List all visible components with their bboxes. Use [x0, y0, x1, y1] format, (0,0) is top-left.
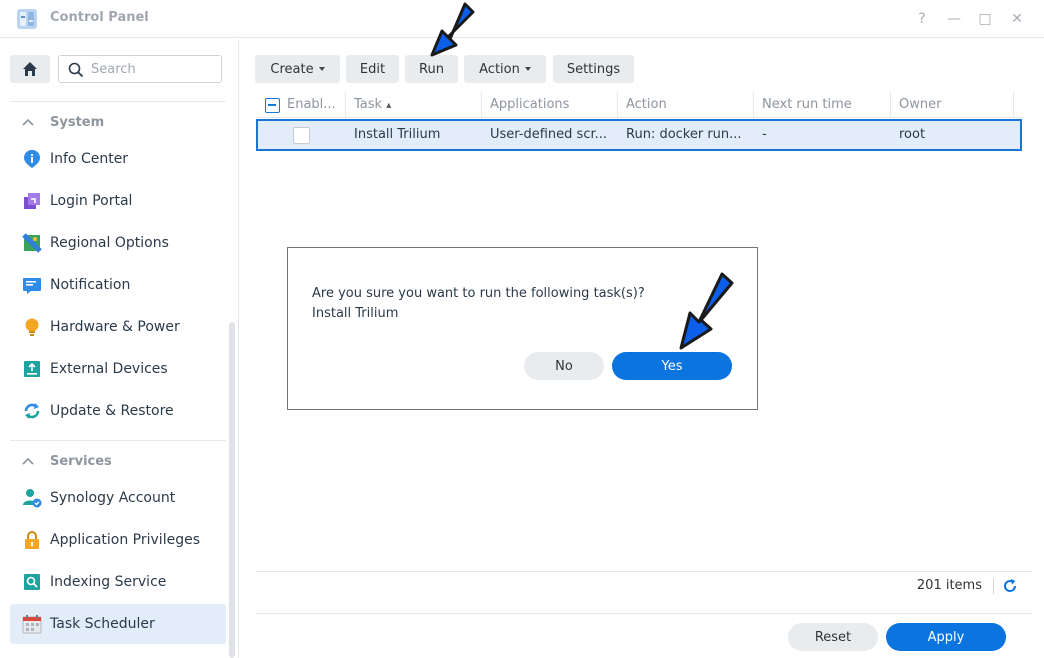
- sidebar-divider: [10, 101, 226, 102]
- section-label: System: [50, 114, 105, 130]
- count-separator: [993, 578, 994, 594]
- create-button[interactable]: Create: [255, 55, 340, 83]
- create-label: Create: [270, 61, 314, 77]
- sidebar-item-hardware-power[interactable]: Hardware & Power: [10, 307, 226, 347]
- external-devices-icon: [22, 359, 42, 379]
- settings-button[interactable]: Settings: [553, 55, 634, 83]
- sidebar-item-label: Synology Account: [50, 490, 176, 506]
- section-system[interactable]: System: [22, 112, 104, 132]
- login-portal-icon: [22, 191, 42, 211]
- sidebar-divider: [10, 440, 226, 441]
- table-row[interactable]: Install Trilium User-defined scr... Run:…: [256, 119, 1022, 151]
- caret-down-icon: [318, 67, 325, 71]
- home-button[interactable]: [10, 55, 50, 83]
- chevron-up-icon: [22, 454, 38, 469]
- sidebar-item-notification[interactable]: Notification: [10, 265, 226, 305]
- item-count: 201 items: [916, 578, 982, 593]
- sidebar-item-label: Info Center: [50, 151, 129, 167]
- footer-divider: [255, 571, 1032, 572]
- regional-options-icon: [22, 233, 42, 253]
- settings-label: Settings: [566, 61, 621, 77]
- owner-cell: root: [899, 127, 926, 142]
- sidebar-item-external-devices[interactable]: External Devices: [10, 349, 226, 389]
- run-label: Run: [419, 61, 444, 77]
- refresh-icon[interactable]: [1001, 577, 1019, 595]
- task-cell: Install Trilium: [354, 127, 441, 142]
- section-services[interactable]: Services: [22, 451, 112, 471]
- sidebar-scrollbar[interactable]: [229, 322, 235, 658]
- sidebar-item-label: Indexing Service: [50, 574, 167, 590]
- action-label: Action: [479, 61, 520, 77]
- sort-ascending-icon: ▴: [386, 100, 392, 111]
- sidebar-item-label: Regional Options: [50, 235, 169, 251]
- sidebar-item-task-scheduler[interactable]: Task Scheduler: [10, 604, 226, 644]
- sidebar-item-label: Hardware & Power: [50, 319, 180, 335]
- column-header-task[interactable]: Task ▴: [346, 92, 482, 118]
- column-header-action[interactable]: Action: [618, 92, 754, 118]
- info-icon: [22, 149, 42, 169]
- applications-cell: User-defined scr...: [490, 127, 608, 142]
- no-button[interactable]: No: [524, 352, 604, 380]
- column-header-owner[interactable]: Owner: [891, 92, 1014, 118]
- title-bar: Control Panel ? — □ ✕: [0, 0, 1044, 38]
- dialog-message: Are you sure you want to run the followi…: [312, 286, 645, 301]
- arrow-pointer-icon: [679, 272, 734, 350]
- sidebar-item-label: Application Privileges: [50, 532, 200, 548]
- update-restore-icon: [22, 401, 42, 421]
- sidebar-item-application-privileges[interactable]: Application Privileges: [10, 520, 226, 560]
- sidebar-item-synology-account[interactable]: Synology Account: [10, 478, 226, 518]
- next-run-time-cell: -: [762, 127, 767, 142]
- edit-label: Edit: [359, 61, 386, 77]
- lock-icon: [22, 530, 42, 550]
- action-cell: Run: docker run...: [626, 127, 742, 142]
- sidebar-item-label: External Devices: [50, 361, 168, 377]
- table-header: Enabl... Task ▴ Applications Action Next…: [255, 92, 1023, 118]
- sidebar-item-indexing-service[interactable]: Indexing Service: [10, 562, 226, 602]
- window-title: Control Panel: [50, 10, 149, 25]
- column-header-next-run-time[interactable]: Next run time: [754, 92, 891, 118]
- sidebar: System Info Center Login Portal Regional…: [0, 39, 239, 658]
- sidebar-item-label: Update & Restore: [50, 403, 174, 419]
- chevron-up-icon: [22, 115, 38, 130]
- edit-button[interactable]: Edit: [346, 55, 399, 83]
- section-label: Services: [50, 453, 112, 469]
- control-panel-icon: [17, 9, 37, 29]
- enabled-checkbox[interactable]: [293, 127, 310, 144]
- column-header-applications[interactable]: Applications: [482, 92, 618, 118]
- notification-icon: [22, 275, 42, 295]
- sidebar-item-info-center[interactable]: Info Center: [10, 139, 226, 179]
- close-icon[interactable]: ✕: [1007, 9, 1027, 29]
- caret-down-icon: [524, 67, 531, 71]
- sidebar-item-label: Login Portal: [50, 193, 133, 209]
- search-input[interactable]: [91, 60, 215, 78]
- footer-divider: [255, 613, 1032, 614]
- sidebar-item-login-portal[interactable]: Login Portal: [10, 181, 226, 221]
- home-icon: [23, 62, 37, 76]
- account-icon: [22, 488, 42, 508]
- sidebar-item-label: Notification: [50, 277, 131, 293]
- minimize-icon[interactable]: —: [944, 9, 964, 29]
- search-icon: [68, 62, 84, 78]
- yes-button[interactable]: Yes: [612, 352, 732, 380]
- reset-button[interactable]: Reset: [788, 623, 878, 651]
- maximize-icon[interactable]: □: [975, 9, 995, 29]
- help-icon[interactable]: ?: [912, 9, 932, 29]
- apply-button[interactable]: Apply: [886, 623, 1006, 651]
- sidebar-item-update-restore[interactable]: Update & Restore: [10, 391, 226, 431]
- dialog-task-name: Install Trilium: [312, 306, 399, 321]
- sidebar-item-regional-options[interactable]: Regional Options: [10, 223, 226, 263]
- select-all-checkbox[interactable]: [265, 98, 280, 113]
- arrow-pointer-icon: [430, 2, 475, 57]
- indexing-icon: [22, 572, 42, 592]
- search-box[interactable]: [58, 55, 222, 83]
- sidebar-item-label: Task Scheduler: [50, 616, 155, 632]
- column-header-enabled[interactable]: Enabl...: [279, 92, 346, 118]
- lightbulb-icon: [22, 317, 42, 337]
- calendar-icon: [22, 614, 42, 634]
